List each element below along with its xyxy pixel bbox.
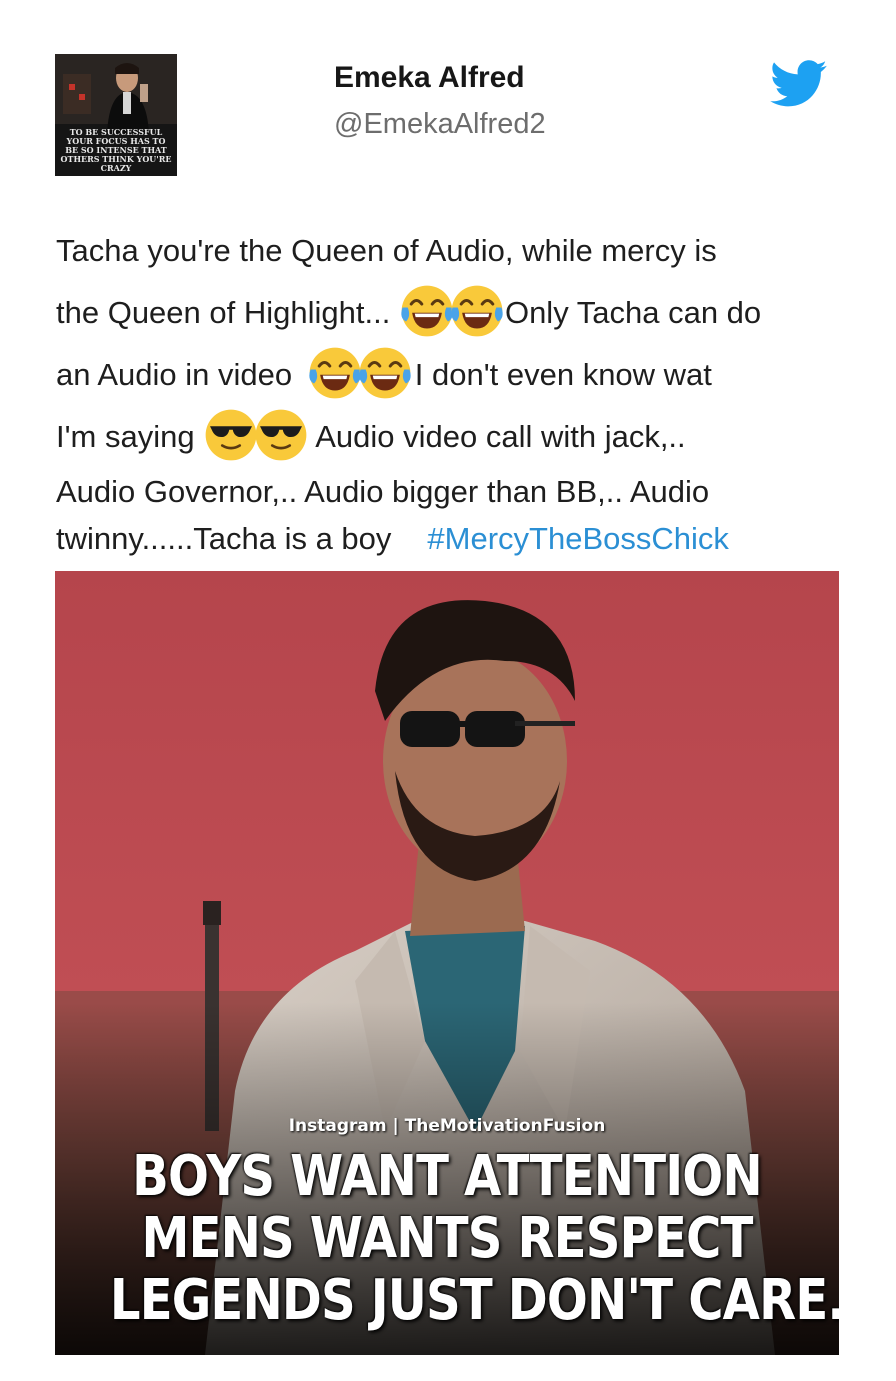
tweet-text-segment: the Queen of Highlight... (56, 295, 391, 330)
tears-of-joy-emoji-icon (307, 345, 363, 401)
sunglasses-emoji-icon (253, 407, 309, 463)
tweet-text-segment: Audio video call with jack,.. (315, 419, 686, 454)
tweet-text-segment: Tacha you're the Queen of Audio, while m… (56, 233, 717, 268)
tweet-card: TO BE SUCCESSFUL YOUR FOCUS HAS TO BE SO… (0, 0, 896, 1381)
tweet-line: the Queen of Highlight... Only Tacha can… (56, 282, 846, 344)
avatar-caption: TO BE SUCCESSFUL YOUR FOCUS HAS TO BE SO… (60, 127, 172, 173)
quote-line: LEGENDS JUST DON'T CARE. (109, 1268, 839, 1333)
tweet-text-segment: I'm saying (56, 419, 195, 454)
image-credit: Instagram | TheMotivationFusion (288, 1116, 606, 1136)
tweet-text-segment: Only Tacha can do (504, 295, 762, 330)
tweet-image[interactable]: Instagram | TheMotivationFusion BOYS WAN… (55, 571, 839, 1355)
tears-of-joy-emoji-icon (399, 283, 455, 339)
twitter-bird-icon[interactable] (770, 60, 828, 108)
tweet-line: twinny......Tacha is a boy #MercyTheBossC… (56, 515, 846, 562)
tweet-body: Tacha you're the Queen of Audio, while m… (56, 220, 846, 562)
tweet-text-segment: I don't even know wat (414, 357, 712, 392)
author-handle[interactable]: @EmekaAlfred2 (334, 104, 546, 144)
tweet-text-segment: an Audio in video (56, 357, 293, 392)
tweet-line: Audio Governor,.. Audio bigger than BB,.… (56, 468, 846, 515)
tears-of-joy-emoji-icon (357, 345, 413, 401)
tweet-text-segment: Audio Governor,.. Audio bigger than BB,.… (56, 474, 710, 509)
quote-line: MENS WANTS RESPECT (141, 1206, 753, 1271)
sunglasses-emoji-icon (203, 407, 259, 463)
tweet-text-segment: twinny......Tacha is a boy (56, 521, 392, 556)
hashtag-link[interactable]: #MercyTheBossChick (427, 521, 728, 556)
author-avatar[interactable]: TO BE SUCCESSFUL YOUR FOCUS HAS TO BE SO… (55, 54, 177, 176)
author-info: Emeka Alfred @EmekaAlfred2 (334, 58, 546, 144)
tweet-line: an Audio in video I don't even know wat (56, 344, 846, 406)
image-quote: BOYS WANT ATTENTION MENS WANTS RESPECT L… (109, 1144, 839, 1333)
tears-of-joy-emoji-icon (449, 283, 505, 339)
tweet-line: I'm saying Audio video call with jack,.. (56, 406, 846, 468)
tweet-line: Tacha you're the Queen of Audio, while m… (56, 220, 846, 282)
quote-line: BOYS WANT ATTENTION (132, 1144, 763, 1209)
author-display-name[interactable]: Emeka Alfred (334, 58, 546, 98)
